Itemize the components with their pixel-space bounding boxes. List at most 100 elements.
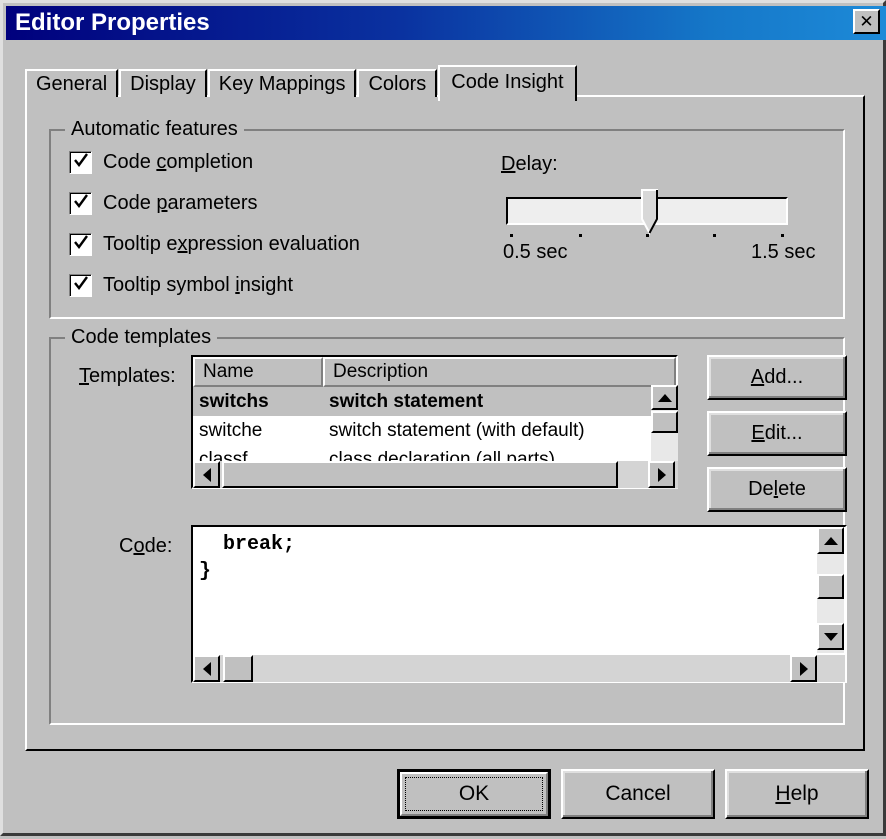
ok-button-inner: OK <box>400 772 548 816</box>
delay-label: Delay: <box>501 153 558 176</box>
close-glyph: ✕ <box>859 12 874 31</box>
cell-description: switch statement (with default) <box>329 419 585 441</box>
tab-label: Key Mappings <box>218 72 346 95</box>
arrow-right-icon <box>799 661 808 676</box>
code-label: Code: <box>119 535 172 558</box>
label-pre: De <box>748 478 774 500</box>
scroll-right-button[interactable] <box>790 655 817 682</box>
editor-properties-dialog: Editor Properties ✕ General Display Key … <box>0 0 886 836</box>
code-horizontal-scrollbar[interactable] <box>193 655 845 682</box>
delay-min-label: 0.5 sec <box>503 241 568 263</box>
accelerator: o <box>133 535 145 557</box>
check-icon <box>74 153 88 167</box>
scroll-up-button[interactable] <box>651 385 678 410</box>
arrow-left-icon <box>202 467 211 482</box>
arrow-right-icon <box>657 467 666 482</box>
column-header-description[interactable]: Description <box>323 357 676 387</box>
delay-max-label: 1.5 sec <box>751 241 816 263</box>
add-button[interactable]: Add... <box>707 355 847 400</box>
accelerator: A <box>750 366 765 388</box>
tab-content-panel: Automatic features Code completion Code … <box>25 95 865 751</box>
label-post: arameters <box>167 192 258 214</box>
focus-rectangle: OK <box>405 777 543 811</box>
arrow-up-icon <box>823 536 838 545</box>
label-pre: Code <box>103 151 157 173</box>
accelerator: c <box>156 151 167 173</box>
checkbox-icon[interactable] <box>69 151 92 174</box>
scroll-thumb[interactable] <box>651 411 678 433</box>
cancel-button[interactable]: Cancel <box>561 769 715 819</box>
cell-name: switchs <box>199 390 269 412</box>
listview-header: Name Description <box>193 357 676 387</box>
close-icon[interactable]: ✕ <box>853 9 880 34</box>
label-post: dit... <box>764 422 803 444</box>
label-pre: Tooltip symbol <box>103 274 236 296</box>
button-label: Delete <box>748 478 806 501</box>
group-title-code-templates: Code templates <box>65 326 218 349</box>
checkbox-label: Code completion <box>103 151 253 174</box>
checkbox-tooltip-symbol-insight[interactable]: Tooltip symbol insight <box>69 274 293 297</box>
scroll-left-button[interactable] <box>193 655 220 682</box>
templates-label: Templates: <box>79 365 176 388</box>
accelerator: E <box>751 422 765 444</box>
automatic-features-group: Automatic features Code completion Code … <box>49 118 845 319</box>
scroll-thumb[interactable] <box>222 461 618 488</box>
tab-general[interactable]: General <box>25 69 119 97</box>
label-post: pression evaluation <box>187 233 360 255</box>
scroll-down-button[interactable] <box>817 623 844 650</box>
column-header-name[interactable]: Name <box>193 357 323 387</box>
label-pre: C <box>119 535 134 557</box>
table-row[interactable]: switche switch statement (with default) <box>193 416 676 445</box>
label-post: emplates: <box>89 365 176 387</box>
title-bar[interactable]: Editor Properties ✕ <box>6 6 886 40</box>
table-row[interactable]: switchs switch statement <box>193 387 676 416</box>
tab-display[interactable]: Display <box>119 69 207 97</box>
label-post: ompletion <box>166 151 254 173</box>
checkbox-icon[interactable] <box>69 274 92 297</box>
delete-button[interactable]: Delete <box>707 467 847 512</box>
checkbox-tooltip-expression-evaluation[interactable]: Tooltip expression evaluation <box>69 233 360 256</box>
listview-horizontal-scrollbar[interactable] <box>193 461 678 488</box>
check-icon <box>74 194 88 208</box>
tab-colors[interactable]: Colors <box>357 69 438 97</box>
scroll-thumb[interactable] <box>817 574 844 599</box>
tab-label: General <box>36 72 108 95</box>
tab-key-mappings[interactable]: Key Mappings <box>207 69 357 97</box>
check-icon <box>74 235 88 249</box>
arrow-left-icon <box>202 661 211 676</box>
delay-slider[interactable] <box>506 189 788 237</box>
checkbox-code-completion[interactable]: Code completion <box>69 151 253 174</box>
accelerator: H <box>775 782 791 805</box>
label-post: dd... <box>764 366 804 388</box>
cell-name: switche <box>199 419 263 441</box>
check-icon <box>74 276 88 290</box>
arrow-down-icon <box>823 632 838 641</box>
scroll-left-button[interactable] <box>193 461 220 488</box>
checkbox-code-parameters[interactable]: Code parameters <box>69 192 258 215</box>
scroll-up-button[interactable] <box>817 527 844 554</box>
tab-code-insight[interactable]: Code Insight <box>438 65 577 101</box>
tab-label: Display <box>130 72 196 95</box>
accelerator: D <box>501 153 516 175</box>
label-pre: Code <box>103 192 157 214</box>
help-button[interactable]: Help <box>725 769 869 819</box>
edit-button[interactable]: Edit... <box>707 411 847 456</box>
slider-thumb[interactable] <box>641 189 658 236</box>
tab-label: Code Insight <box>451 70 564 93</box>
button-label: OK <box>458 782 490 805</box>
scroll-thumb[interactable] <box>223 655 253 682</box>
ok-button[interactable]: OK <box>397 769 551 819</box>
accelerator: x <box>177 233 188 255</box>
button-label: Edit... <box>751 422 802 445</box>
checkbox-label: Code parameters <box>103 192 258 215</box>
scroll-right-button[interactable] <box>648 461 675 488</box>
cell-description: switch statement <box>329 390 484 412</box>
slider-thumb-icon <box>641 189 658 236</box>
code-templates-group: Code templates Templates: Name Descripti… <box>49 326 847 725</box>
checkbox-icon[interactable] <box>69 192 92 215</box>
code-vertical-scrollbar[interactable] <box>817 527 844 653</box>
checkbox-icon[interactable] <box>69 233 92 256</box>
label-post: elp <box>790 782 819 805</box>
code-editor-text: break; } <box>199 533 296 583</box>
accelerator: p <box>156 192 168 214</box>
